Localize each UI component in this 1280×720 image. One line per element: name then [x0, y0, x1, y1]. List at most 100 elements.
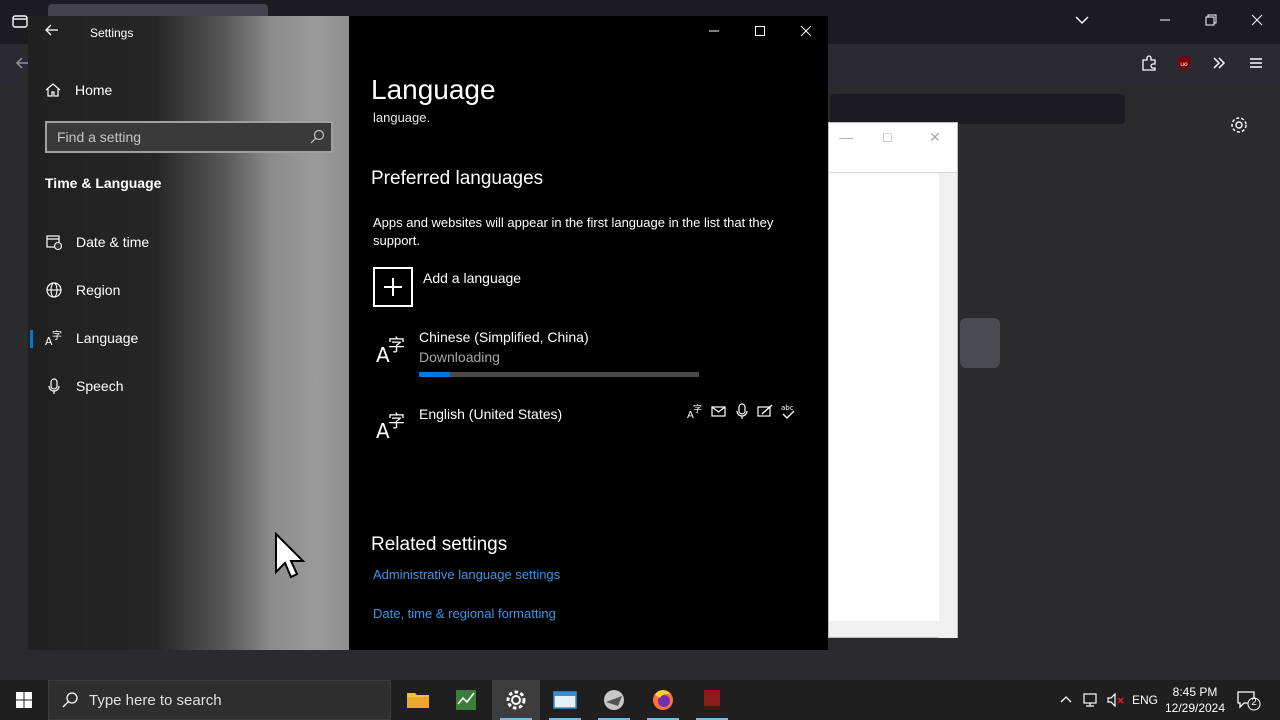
- speech-recognition-icon: [736, 403, 748, 419]
- maximize-button[interactable]: [737, 22, 783, 46]
- language-features: A字 abc: [687, 402, 797, 420]
- svg-text:uo: uo: [1180, 61, 1188, 68]
- taskbar-app-file-explorer[interactable]: [394, 680, 442, 720]
- taskbar-search-box[interactable]: Type here to search: [48, 680, 391, 720]
- maximize-icon[interactable]: □: [883, 129, 891, 145]
- truncated-text: language.: [373, 110, 431, 125]
- taskbar-app-settings[interactable]: [492, 680, 540, 720]
- nav-item-label: Language: [76, 330, 139, 346]
- page-settings-gear-icon[interactable]: [1228, 115, 1250, 137]
- related-settings-heading: Related settings: [371, 534, 508, 555]
- display-language-icon: A字: [687, 403, 702, 420]
- url-bar[interactable]: [830, 94, 1125, 124]
- search-placeholder: Find a setting: [57, 129, 142, 145]
- firefox-icon: [653, 690, 673, 710]
- nav-item-region[interactable]: Region: [28, 270, 349, 310]
- action-center-button[interactable]: 2: [1236, 689, 1262, 711]
- notifications-icon: [1237, 691, 1261, 711]
- file-explorer-icon: [407, 693, 429, 708]
- browser-restore-icon[interactable]: [1200, 11, 1222, 33]
- nav-item-label: Region: [76, 282, 121, 298]
- notification-count: 2: [1251, 697, 1257, 708]
- vertical-scrollbar[interactable]: [939, 173, 957, 638]
- taskbar-app-task-manager[interactable]: [442, 680, 490, 720]
- taskbar: Type here to search ENG 8:45 PM 12/29/20…: [0, 680, 1280, 720]
- extensions-icon[interactable]: [1138, 54, 1160, 76]
- taskbar-app-notepad[interactable]: [541, 680, 589, 720]
- language-icon: A字: [376, 412, 405, 442]
- globe-icon: [46, 282, 62, 298]
- mouse-cursor-icon: [275, 532, 306, 579]
- maximize-icon: [755, 26, 765, 36]
- back-arrow-icon: [45, 24, 58, 36]
- svg-text:abc: abc: [781, 404, 794, 412]
- language-name: English (United States): [419, 406, 563, 422]
- background-text-window: — □ ✕: [828, 122, 958, 638]
- taskbar-search-placeholder: Type here to search: [89, 692, 222, 709]
- volume-muted-icon[interactable]: [1106, 691, 1126, 709]
- windows-logo-icon: [16, 692, 32, 708]
- search-icon[interactable]: [309, 129, 325, 145]
- background-window-titlebar: — □ ✕: [829, 123, 957, 173]
- input-language-indicator[interactable]: ENG: [1132, 693, 1158, 707]
- language-status: Downloading: [419, 349, 500, 365]
- start-button[interactable]: [0, 680, 48, 720]
- nav-item-language[interactable]: A字 Language: [28, 318, 349, 358]
- nav-home-label: Home: [75, 82, 113, 98]
- minimize-button[interactable]: [691, 22, 737, 46]
- notepad-icon: [553, 691, 577, 709]
- preferred-languages-description: Apps and websites will appear in the fir…: [373, 215, 774, 248]
- search-icon: [62, 692, 78, 708]
- clock-time: 8:45 PM: [1172, 685, 1218, 699]
- spell-check-icon: abc: [781, 404, 795, 419]
- ublock-icon[interactable]: uo: [1173, 54, 1195, 76]
- more-tools-icon[interactable]: [1208, 54, 1230, 76]
- find-setting-input[interactable]: Find a setting: [45, 121, 333, 153]
- add-language-label[interactable]: Add a language: [423, 270, 521, 286]
- language-icon: A字: [45, 329, 62, 347]
- nav-item-date-time[interactable]: Date & time: [28, 222, 349, 262]
- hamburger-menu-icon[interactable]: [1245, 54, 1267, 76]
- taskbar-app-firefox[interactable]: [639, 680, 687, 720]
- handwriting-icon: [757, 404, 773, 417]
- minimize-icon: [709, 30, 719, 32]
- taskbar-clock[interactable]: 8:45 PM 12/29/2024: [1162, 684, 1228, 716]
- preferred-languages-heading: Preferred languages: [371, 168, 544, 189]
- svg-text:字: 字: [388, 336, 405, 356]
- network-icon[interactable]: [1082, 691, 1102, 709]
- selection-indicator: [30, 330, 33, 348]
- plus-icon-vertical: [392, 278, 394, 296]
- horizontal-scrollbar[interactable]: [829, 621, 941, 637]
- nav-section-title: Time & Language: [45, 175, 162, 191]
- browser-close-icon[interactable]: [1246, 11, 1268, 33]
- administrative-language-settings-link[interactable]: Administrative language settings: [373, 567, 560, 582]
- download-progress-bar: [419, 372, 699, 377]
- show-hidden-icons-chevron-icon[interactable]: [1058, 691, 1074, 709]
- back-button[interactable]: [40, 22, 64, 44]
- language-name: Chinese (Simplified, China): [419, 329, 589, 345]
- browser-minimize-icon[interactable]: [1154, 11, 1176, 33]
- home-icon: [45, 83, 61, 97]
- settings-content-pane: Language language. Preferred languages A…: [349, 16, 828, 650]
- language-icon: A字: [376, 336, 405, 366]
- nav-home[interactable]: Home: [44, 78, 112, 102]
- nav-item-label: Speech: [76, 378, 124, 394]
- svg-text:字: 字: [693, 403, 702, 415]
- close-icon: [800, 25, 812, 37]
- download-progress-fill: [419, 372, 450, 377]
- close-icon[interactable]: ✕: [929, 129, 941, 146]
- microphone-icon: [48, 378, 60, 394]
- text-to-speech-icon: [711, 406, 726, 417]
- app-title: Settings: [90, 26, 134, 40]
- settings-window: Settings Home Find a setting Time & Lang…: [28, 16, 828, 650]
- page-title: Language: [371, 74, 496, 105]
- taskbar-app-book[interactable]: [688, 680, 736, 720]
- nav-item-speech[interactable]: Speech: [28, 366, 349, 406]
- add-language-button[interactable]: [373, 267, 413, 307]
- book-icon: [704, 690, 720, 710]
- date-time-regional-formatting-link[interactable]: Date, time & regional formatting: [373, 606, 556, 621]
- taskbar-app-generic[interactable]: [590, 680, 638, 720]
- list-tabs-chevron-icon[interactable]: [1071, 11, 1093, 33]
- close-button[interactable]: [783, 22, 828, 46]
- minimize-icon[interactable]: —: [839, 129, 853, 145]
